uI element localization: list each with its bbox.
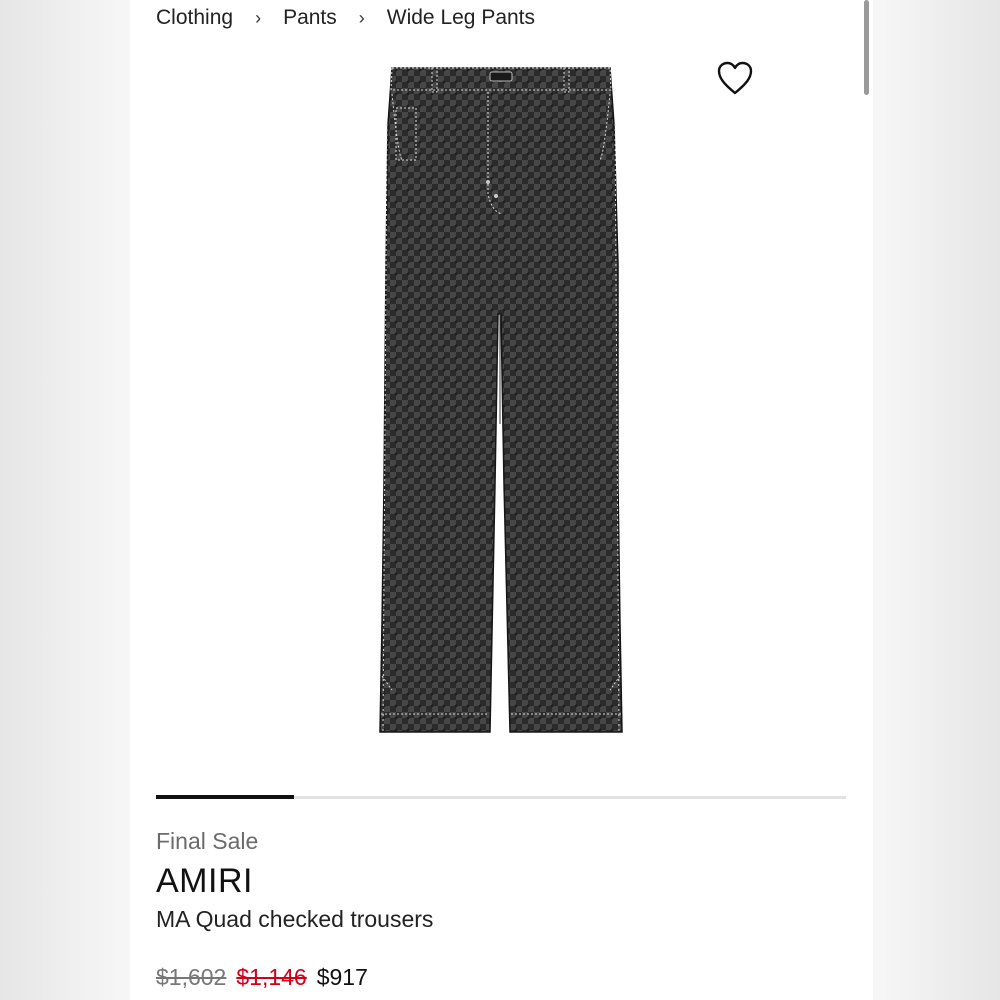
breadcrumb-separator: › bbox=[358, 7, 365, 28]
background-left bbox=[0, 0, 130, 1000]
scrollbar[interactable] bbox=[864, 0, 869, 95]
price-group: $1,602 $1,146 $917 bbox=[156, 964, 368, 991]
image-carousel-progress-fill bbox=[156, 795, 294, 799]
final-sale-label: Final Sale bbox=[156, 828, 259, 854]
original-price: $1,602 bbox=[156, 964, 227, 990]
product-image[interactable] bbox=[378, 64, 624, 736]
breadcrumb-clothing[interactable]: Clothing bbox=[156, 6, 233, 30]
trousers-image bbox=[379, 67, 623, 733]
previous-sale-price: $1,146 bbox=[236, 964, 307, 990]
brand-name[interactable]: AMIRI bbox=[156, 862, 253, 901]
product-name: MA Quad checked trousers bbox=[156, 906, 434, 932]
breadcrumb-wide-leg-pants[interactable]: Wide Leg Pants bbox=[387, 6, 535, 30]
product-page: Clothing › Pants › Wide Leg Pants Final … bbox=[130, 0, 873, 1000]
heart-outline-icon bbox=[717, 61, 753, 95]
current-price: $917 bbox=[316, 964, 368, 990]
favorite-button[interactable] bbox=[716, 60, 754, 96]
breadcrumb-pants[interactable]: Pants bbox=[283, 6, 337, 30]
background-right bbox=[873, 0, 1000, 1000]
breadcrumb-separator: › bbox=[255, 7, 262, 28]
image-carousel-progress bbox=[156, 795, 846, 799]
breadcrumb: Clothing › Pants › Wide Leg Pants bbox=[156, 4, 535, 32]
